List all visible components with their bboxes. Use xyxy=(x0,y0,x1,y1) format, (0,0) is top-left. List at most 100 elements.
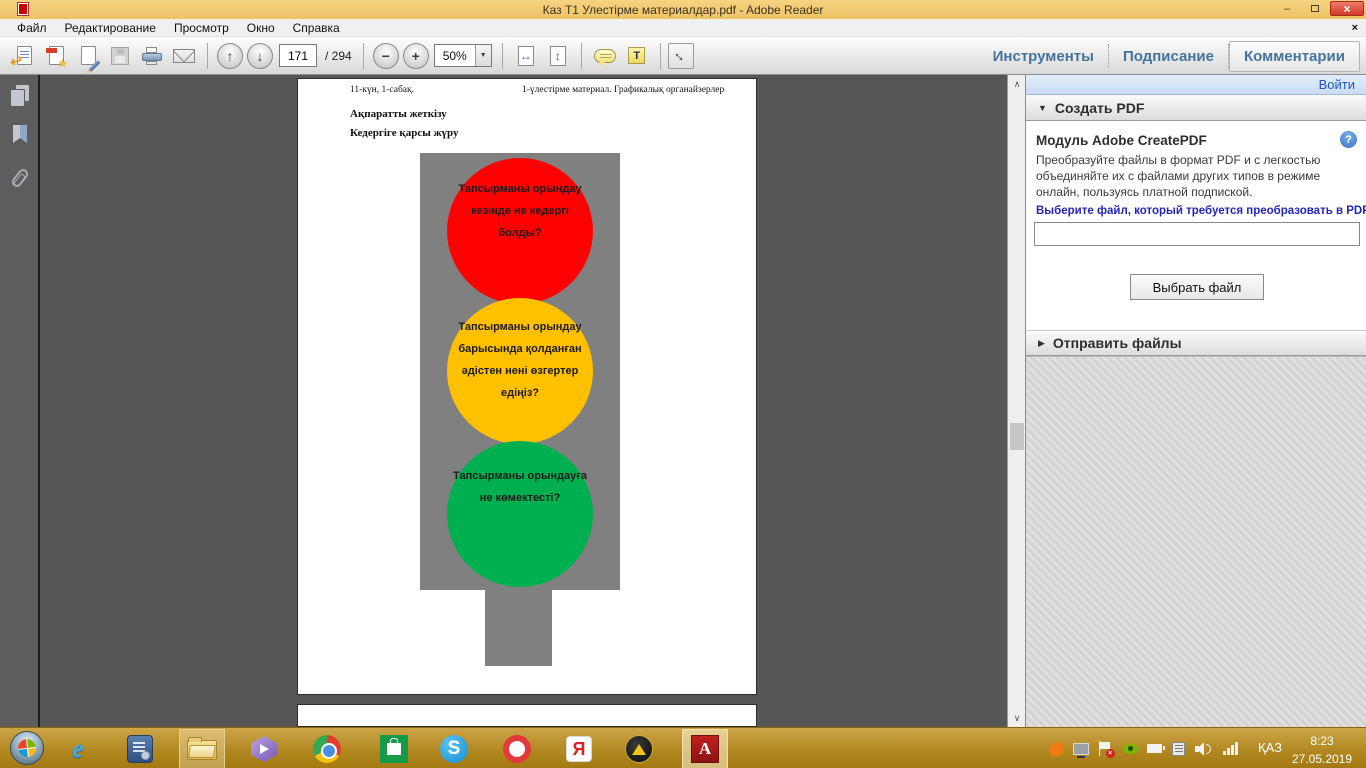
language-indicator[interactable]: ҚАЗ xyxy=(1250,740,1290,755)
taskbar-app-yandex-browser[interactable]: Я xyxy=(563,733,595,765)
fit-width-button[interactable]: ↔ xyxy=(510,41,542,71)
clock-date: 27.05.2019 xyxy=(1292,752,1352,766)
diagonal-arrows-icon: ↔ xyxy=(669,44,692,67)
menu-file[interactable]: Файл xyxy=(8,21,56,35)
scrollbar-thumb[interactable] xyxy=(1010,423,1024,450)
choose-file-button[interactable]: Выбрать файл xyxy=(1130,274,1264,300)
menu-window[interactable]: Окно xyxy=(238,21,284,35)
taskbar-app-pc-settings[interactable] xyxy=(124,733,156,765)
reading-mode-button[interactable]: ↔ xyxy=(668,43,694,69)
taskbar-app-internet-explorer[interactable]: e xyxy=(62,733,94,765)
zoom-in-button[interactable]: + xyxy=(403,43,429,69)
email-button[interactable] xyxy=(168,41,200,71)
createpdf-file-input[interactable] xyxy=(1034,222,1360,246)
attachments-button[interactable] xyxy=(9,168,31,188)
skype-icon: S xyxy=(440,735,468,763)
maximize-button[interactable] xyxy=(1302,1,1328,16)
bookmarks-button[interactable] xyxy=(9,125,31,143)
aimp-icon xyxy=(625,735,653,763)
close-button[interactable]: × xyxy=(1330,1,1364,16)
sign-in-link[interactable]: Войти xyxy=(1319,77,1355,92)
open-file-icon: ↩ xyxy=(17,46,32,65)
menu-help[interactable]: Справка xyxy=(284,21,349,35)
taskbar-app-chrome[interactable] xyxy=(311,733,343,765)
toolbar-separator xyxy=(581,43,582,69)
main-area: 11-күн, 1-сабақ. 1-үлестірме материал. Г… xyxy=(0,75,1366,727)
open-file-button[interactable]: ↩ xyxy=(8,41,40,71)
taskbar-app-opera[interactable] xyxy=(501,733,533,765)
tray-memory-icon[interactable] xyxy=(1170,740,1187,757)
paperclip-icon xyxy=(10,167,30,189)
zoom-level-select[interactable]: 50% ▼ xyxy=(434,44,492,67)
create-pdf-section-content: Модуль Adobe CreatePDF ? Преобразуйте фа… xyxy=(1026,121,1366,330)
zoom-level-value: 50% xyxy=(435,49,475,63)
menu-view[interactable]: Просмотр xyxy=(165,21,238,35)
create-pdf-icon: ★ xyxy=(49,46,64,65)
create-pdf-button[interactable]: ★ xyxy=(40,41,72,71)
page-header-left: 11-күн, 1-сабақ. xyxy=(350,85,414,95)
taskbar-app-kmplayer[interactable] xyxy=(248,733,280,765)
yandex-browser-icon: Я xyxy=(566,736,592,762)
document-canvas[interactable]: 11-күн, 1-сабақ. 1-үлестірме материал. Г… xyxy=(42,75,1007,727)
toolbar: ↩ ★ ↑ ↓ / 294 − + 50% ▼ ↔ xyxy=(0,37,1366,75)
comment-bubble-icon xyxy=(594,49,616,63)
create-pdf-section-header[interactable]: ▼ Создать PDF xyxy=(1026,95,1366,121)
send-files-section-header[interactable]: ▶ Отправить файлы xyxy=(1026,330,1366,356)
page-thumbnails-button[interactable] xyxy=(9,85,31,107)
clock[interactable]: 8:23 27.05.2019 xyxy=(1288,732,1356,768)
next-page-button[interactable]: ↓ xyxy=(247,43,273,69)
tab-comments[interactable]: Комментарии xyxy=(1229,41,1360,72)
minimize-button[interactable]: – xyxy=(1274,1,1300,16)
send-files-section-title: Отправить файлы xyxy=(1053,335,1182,351)
menubar-close-icon[interactable]: × xyxy=(1352,22,1358,34)
tab-tools[interactable]: Инструменты xyxy=(979,42,1108,71)
error-badge-icon: × xyxy=(1106,749,1115,758)
vertical-scrollbar[interactable]: ∧ ∨ xyxy=(1007,75,1025,727)
menu-edit[interactable]: Редактирование xyxy=(56,21,165,35)
print-button[interactable] xyxy=(136,41,168,71)
save-button[interactable] xyxy=(104,41,136,71)
taskbar-app-skype[interactable]: S xyxy=(438,733,470,765)
comment-button[interactable] xyxy=(589,41,621,71)
window-titlebar[interactable]: Каз Т1 Улестірме материалдар.pdf - Adobe… xyxy=(0,0,1366,19)
tray-battery-icon[interactable] xyxy=(1146,740,1163,757)
speaker-icon xyxy=(1195,742,1211,756)
taskbar: e S Я A xyxy=(0,727,1366,768)
tray-avast-icon[interactable] xyxy=(1048,740,1065,757)
taskbar-app-windows-store[interactable] xyxy=(378,733,410,765)
page-number-input[interactable] xyxy=(279,44,317,67)
page-subtitle-2: Кедергіге қарсы жүру xyxy=(350,127,459,139)
previous-page-button[interactable]: ↑ xyxy=(217,43,243,69)
tray-network-icon[interactable] xyxy=(1222,740,1239,757)
clock-time: 8:23 xyxy=(1310,734,1333,748)
file-explorer-icon xyxy=(187,737,217,761)
traffic-light-red-circle: Тапсырманы орындау кезінде не кедергі бо… xyxy=(447,158,593,304)
pc-settings-icon xyxy=(127,735,153,763)
chrome-icon xyxy=(313,735,341,763)
taskbar-app-adobe-reader[interactable]: A xyxy=(689,733,721,765)
help-icon[interactable]: ? xyxy=(1340,131,1357,148)
windows-store-icon xyxy=(380,735,408,763)
zoom-out-button[interactable]: − xyxy=(373,43,399,69)
chevron-down-icon[interactable]: ▼ xyxy=(475,45,491,66)
scroll-down-button[interactable]: ∨ xyxy=(1008,709,1026,727)
highlight-text-button[interactable]: T xyxy=(621,41,653,71)
tab-signing[interactable]: Подписание xyxy=(1109,42,1228,71)
taskbar-app-aimp[interactable] xyxy=(623,733,655,765)
scroll-up-button[interactable]: ∧ xyxy=(1008,75,1026,93)
start-button[interactable] xyxy=(10,731,44,765)
bookmark-icon xyxy=(13,125,27,143)
up-arrow-icon: ↑ xyxy=(227,48,234,64)
collapse-triangle-icon: ▼ xyxy=(1038,103,1047,113)
tray-volume-icon[interactable] xyxy=(1194,740,1211,757)
page-total-label: / 294 xyxy=(325,49,352,63)
pdf-page: 11-күн, 1-сабақ. 1-үлестірме материал. Г… xyxy=(297,78,757,695)
fit-page-button[interactable]: ↕ xyxy=(542,41,574,71)
tray-display-icon[interactable] xyxy=(1072,740,1089,757)
toolbar-panel-tabs: Инструменты Подписание Комментарии xyxy=(979,37,1360,75)
tray-action-center-icon[interactable]: × xyxy=(1096,740,1113,757)
avast-icon xyxy=(1049,741,1065,757)
tray-nvidia-icon[interactable] xyxy=(1122,740,1139,757)
sign-document-button[interactable] xyxy=(72,41,104,71)
taskbar-app-file-explorer[interactable] xyxy=(186,733,218,765)
